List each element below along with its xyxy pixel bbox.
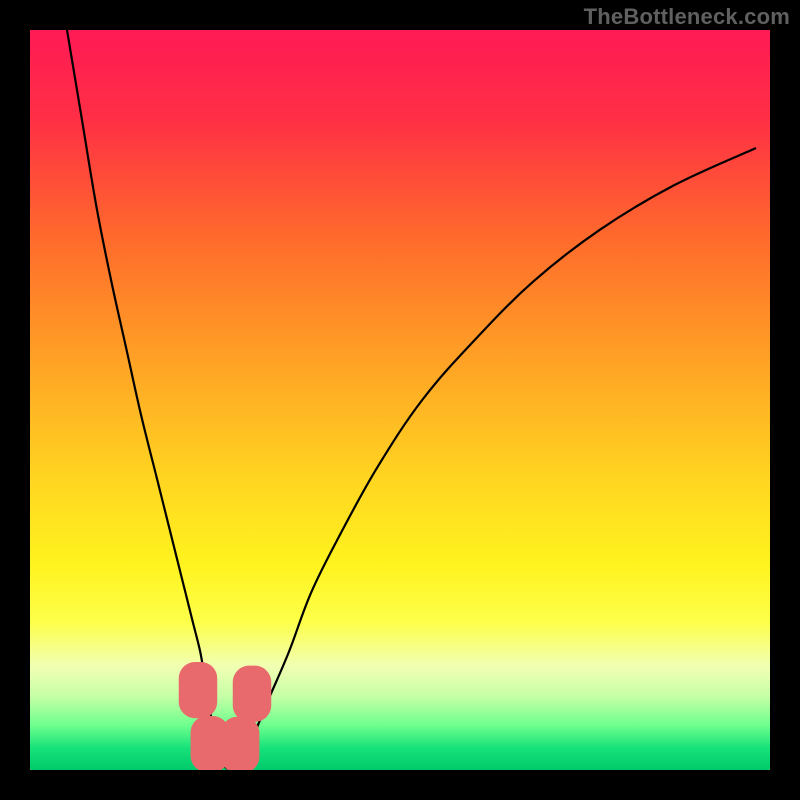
chart-container: TheBottleneck.com	[0, 0, 800, 800]
gradient-background	[30, 30, 770, 770]
marker-dot-1	[233, 666, 271, 722]
marker-dot-3	[221, 717, 259, 770]
marker-dot-0	[179, 662, 217, 718]
bottleneck-chart	[30, 30, 770, 770]
plot-area	[30, 30, 770, 770]
watermark-text: TheBottleneck.com	[584, 4, 790, 30]
